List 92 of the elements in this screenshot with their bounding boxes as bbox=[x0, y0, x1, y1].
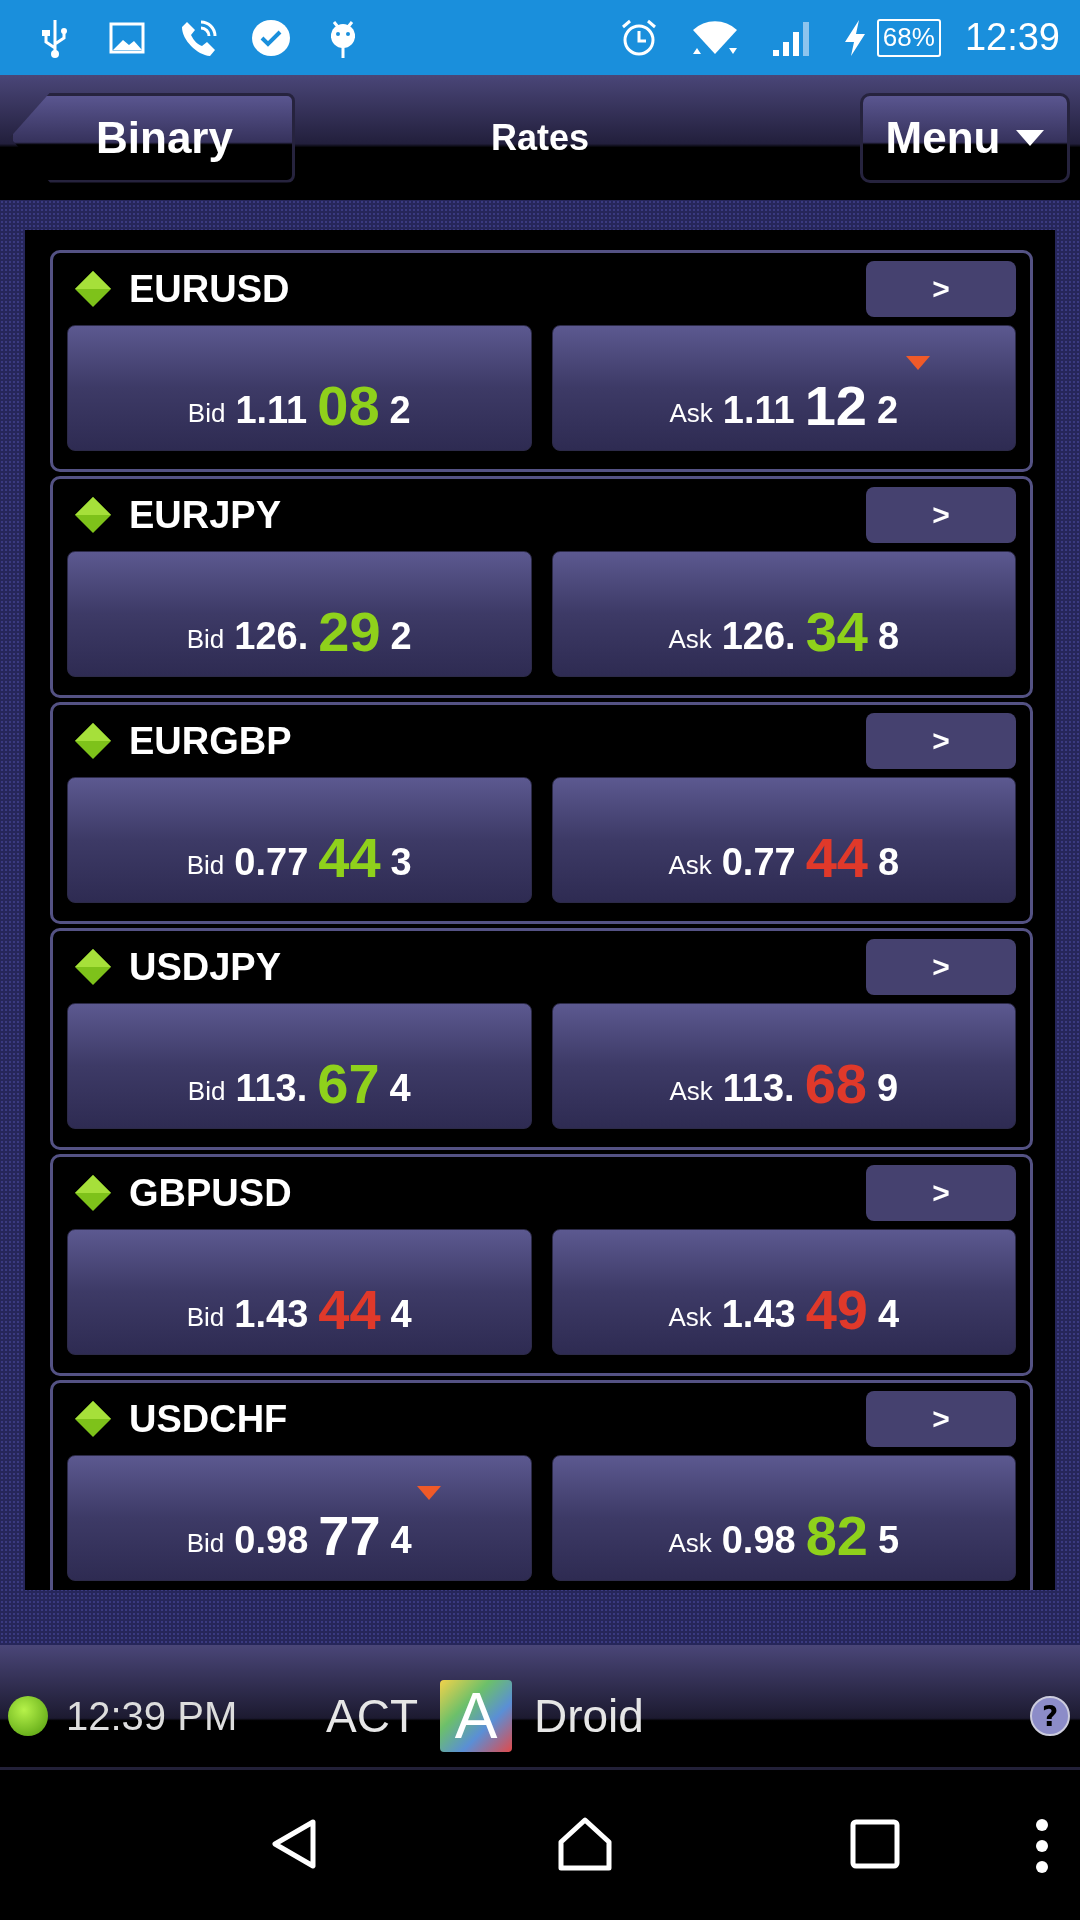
quote-button[interactable]: Bid 113. 67 4 bbox=[67, 1003, 532, 1129]
price-base: 0.98 bbox=[721, 1519, 796, 1562]
price-last-digit: 8 bbox=[878, 615, 900, 658]
check-bubble-icon bbox=[251, 17, 291, 58]
quote-label: Ask bbox=[668, 850, 712, 881]
currency-pair: EURUSD bbox=[129, 267, 291, 311]
quote-button[interactable]: Ask 1.43 49 4 bbox=[551, 1229, 1016, 1355]
currency-pair: GBPUSD bbox=[129, 1171, 293, 1215]
price-last-digit: 4 bbox=[390, 1293, 412, 1336]
price-pips: 44 bbox=[318, 830, 381, 886]
help-button[interactable]: ? bbox=[1030, 1696, 1070, 1736]
quote-label: Bid bbox=[187, 1076, 226, 1107]
price-pips: 44 bbox=[318, 1282, 381, 1338]
price-base: 0.77 bbox=[234, 841, 309, 884]
open-button[interactable]: > bbox=[866, 487, 1016, 543]
currency-pair: USDJPY bbox=[129, 945, 283, 989]
more-icon[interactable] bbox=[1034, 1818, 1050, 1874]
diamond-icon bbox=[73, 495, 113, 535]
menu-button[interactable]: Menu bbox=[860, 92, 1070, 183]
currency-pair: USDCHF bbox=[129, 1397, 289, 1441]
price-pips: 67 bbox=[317, 1056, 380, 1112]
price-last-digit: 2 bbox=[876, 389, 899, 432]
open-button[interactable]: > bbox=[866, 1391, 1016, 1447]
diamond-icon bbox=[73, 1173, 113, 1213]
price-pips: 12 bbox=[804, 378, 867, 434]
price-last-digit: 9 bbox=[876, 1067, 899, 1110]
quote-button[interactable]: Ask 0.77 44 8 bbox=[551, 777, 1016, 903]
clock: 12:39 bbox=[964, 16, 1060, 59]
brand-text: Droid bbox=[534, 1689, 644, 1743]
price-pips: 77 bbox=[318, 1508, 381, 1564]
quote-label: Bid bbox=[186, 850, 225, 881]
quote-label: Ask bbox=[669, 398, 713, 429]
quote-label: Ask bbox=[668, 1528, 712, 1559]
price-base: 1.11 bbox=[722, 389, 795, 432]
diamond-icon bbox=[73, 1399, 113, 1439]
quote-label: Bid bbox=[186, 1302, 225, 1333]
price-last-digit: 4 bbox=[389, 1067, 411, 1110]
diamond-icon bbox=[73, 269, 113, 309]
price-pips: 08 bbox=[317, 378, 380, 434]
price-base: 126. bbox=[234, 615, 309, 658]
price-base: 1.43 bbox=[234, 1293, 309, 1336]
price-base: 113. bbox=[235, 1067, 308, 1110]
quote-button[interactable]: Bid 1.11 08 2 bbox=[67, 325, 532, 451]
price-pips: 82 bbox=[805, 1508, 868, 1564]
app-logo: A bbox=[440, 1680, 512, 1752]
connection-dot bbox=[8, 1696, 48, 1736]
open-button[interactable]: > bbox=[866, 939, 1016, 995]
price-base: 0.77 bbox=[721, 841, 796, 884]
back-button[interactable]: Binary bbox=[10, 92, 295, 183]
open-button[interactable]: > bbox=[866, 261, 1016, 317]
price-last-digit: 3 bbox=[390, 841, 412, 884]
price-pips: 68 bbox=[804, 1056, 867, 1112]
price-last-digit: 5 bbox=[878, 1519, 900, 1562]
price-base: 0.98 bbox=[234, 1519, 309, 1562]
quote-button[interactable]: Ask 1.11 12 2 bbox=[551, 325, 1016, 451]
quote-button[interactable]: Bid 1.43 44 4 bbox=[67, 1229, 532, 1355]
quote-button[interactable]: Bid 0.98 77 4 bbox=[67, 1455, 532, 1581]
quote-label: Ask bbox=[669, 1076, 713, 1107]
price-pips: 49 bbox=[805, 1282, 868, 1338]
price-pips: 34 bbox=[805, 604, 868, 660]
price-base: 113. bbox=[722, 1067, 795, 1110]
price-pips: 29 bbox=[318, 604, 381, 660]
price-base: 1.11 bbox=[235, 389, 308, 432]
footer-time: 12:39 PM bbox=[66, 1693, 239, 1739]
brand-text: ACT bbox=[326, 1689, 418, 1743]
price-last-digit: 8 bbox=[878, 841, 900, 884]
quote-label: Ask bbox=[668, 624, 712, 655]
price-last-digit: 4 bbox=[390, 1519, 412, 1562]
quote-button[interactable]: Bid 0.77 44 3 bbox=[67, 777, 532, 903]
price-last-digit: 4 bbox=[878, 1293, 900, 1336]
currency-pair: EURJPY bbox=[129, 493, 283, 537]
quote-label: Bid bbox=[186, 1528, 225, 1559]
price-last-digit: 2 bbox=[389, 389, 411, 432]
screen-title: Rates bbox=[490, 116, 590, 158]
price-base: 1.43 bbox=[721, 1293, 796, 1336]
quote-label: Ask bbox=[668, 1302, 712, 1333]
quote-button[interactable]: Bid 126. 29 2 bbox=[67, 551, 532, 677]
diamond-icon bbox=[73, 721, 113, 761]
open-button[interactable]: > bbox=[866, 713, 1016, 769]
price-base: 126. bbox=[721, 615, 796, 658]
price-pips: 44 bbox=[805, 830, 868, 886]
quote-button[interactable]: Ask 0.98 82 5 bbox=[551, 1455, 1016, 1581]
diamond-icon bbox=[73, 947, 113, 987]
open-button[interactable]: > bbox=[866, 1165, 1016, 1221]
quote-button[interactable]: Ask 113. 68 9 bbox=[551, 1003, 1016, 1129]
price-last-digit: 2 bbox=[390, 615, 412, 658]
currency-pair: EURGBP bbox=[129, 719, 293, 763]
caret-icon bbox=[1016, 129, 1045, 146]
quote-label: Bid bbox=[187, 398, 226, 429]
quote-label: Bid bbox=[186, 624, 225, 655]
quote-button[interactable]: Ask 126. 34 8 bbox=[551, 551, 1016, 677]
battery-level: 68% bbox=[876, 18, 941, 57]
